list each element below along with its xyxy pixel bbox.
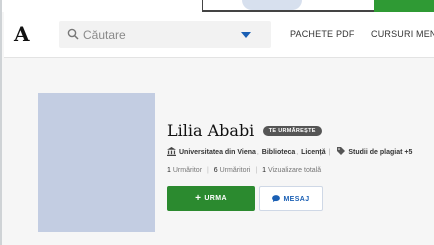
nav-mentors[interactable]: MENT <box>416 29 434 39</box>
follow-button-label: URMA <box>204 195 227 202</box>
more-fields-link[interactable]: +5 <box>404 149 412 156</box>
separator: , <box>296 149 301 156</box>
followers-label[interactable]: Urmăritor <box>173 167 202 174</box>
followers-count: 1 <box>167 167 171 174</box>
message-button[interactable]: MESAJ <box>259 186 323 211</box>
tag-icon <box>337 147 346 155</box>
logo[interactable]: A <box>14 22 30 46</box>
views-label: Vizualizare totală <box>267 167 322 174</box>
avatar-placeholder-icon <box>38 93 155 232</box>
app-window: A PACHETE PDF CURSURI MENT Lilia Ababi T… <box>0 0 434 245</box>
profile-header: Lilia Ababi TE URMĂREȘTE <box>167 121 322 143</box>
follow-button[interactable]: + URMA <box>167 186 255 211</box>
decorative-shape <box>242 0 302 10</box>
university-link[interactable]: Universitatea din Viena <box>179 149 256 156</box>
study-field-link[interactable]: Studii de plagiat <box>348 149 402 156</box>
message-button-label: MESAJ <box>283 195 310 203</box>
views-count: 1 <box>262 167 266 174</box>
profile-name: Lilia Ababi <box>167 121 255 140</box>
chat-bubble-icon <box>272 194 281 202</box>
separator: | <box>326 149 333 156</box>
library-link[interactable]: Biblioteca <box>262 149 295 156</box>
top-strip <box>2 0 434 12</box>
search-icon <box>67 28 79 40</box>
separator: | <box>255 167 258 174</box>
search-box[interactable] <box>59 21 271 48</box>
green-banner <box>374 0 434 12</box>
profile-meta: Universitatea din Viena, Biblioteca, Lic… <box>167 147 412 156</box>
separator: | <box>206 167 209 174</box>
separator: , <box>256 149 261 156</box>
nav-pdf-packages[interactable]: PACHETE PDF <box>290 29 355 39</box>
following-label[interactable]: Urmăritori <box>220 167 251 174</box>
follows-you-badge: TE URMĂREȘTE <box>262 125 322 136</box>
profile-stats: 1 Urmăritor | 6 Urmăritori | 1 Vizualiza… <box>167 167 321 174</box>
header: A PACHETE PDF CURSURI MENT <box>4 12 434 58</box>
plus-icon: + <box>195 193 202 204</box>
bank-icon <box>167 147 176 156</box>
nav-courses[interactable]: CURSURI <box>371 29 413 39</box>
search-input[interactable] <box>83 21 243 48</box>
following-count: 6 <box>213 167 218 174</box>
degree-label: Licență <box>301 149 326 156</box>
caret-down-icon[interactable] <box>241 32 251 38</box>
avatar <box>38 93 155 232</box>
